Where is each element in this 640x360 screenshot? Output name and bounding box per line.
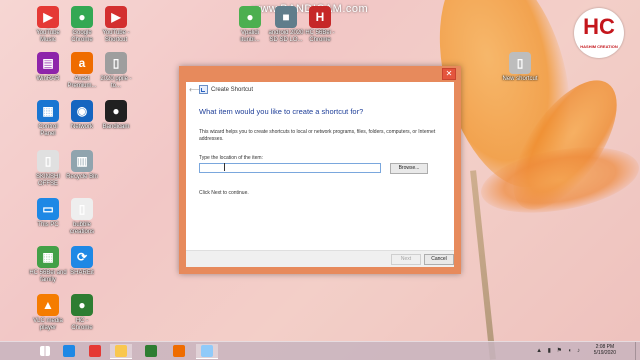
ie-icon-glyph — [63, 345, 75, 357]
dialog-body: ⟵ Create Shortcut What item would you li… — [186, 82, 454, 267]
start-glyph — [40, 346, 50, 356]
desktop-icon[interactable]: ▯ bubble creations — [62, 198, 102, 236]
text-cursor-icon — [224, 163, 225, 171]
file-explorer-icon-glyph — [115, 345, 127, 357]
desktop-icon[interactable]: ▯ New shortcut — [500, 52, 540, 83]
desktop-icon-label: YouTube - Shortcut — [102, 30, 130, 43]
desktop-icon[interactable]: ● Bandicam — [96, 100, 136, 131]
desktop-icon-label: HC 56Bei - Chrome — [305, 30, 335, 43]
desktop-icon-label: Vpalidi itunbi... — [240, 30, 260, 43]
excel-icon-glyph — [145, 345, 157, 357]
taskbar: ▲ ▮ ⚑ ◖ ♪ 2:08 PM 5/19/2020 — [0, 341, 640, 360]
desktop-icon[interactable]: ▥ Recycle Bin — [62, 150, 102, 181]
clock-date: 5/19/2020 — [593, 350, 616, 356]
desktop-icon-glyph: ■ — [275, 6, 297, 28]
location-input[interactable] — [199, 163, 381, 173]
shortcut-icon — [199, 85, 208, 94]
excel-icon[interactable] — [140, 344, 162, 358]
desktop-icon-glyph: ▦ — [37, 246, 59, 268]
system-tray[interactable]: ▲ ▮ ⚑ ◖ ♪ — [536, 347, 582, 354]
desktop-icon-glyph: H — [309, 6, 331, 28]
close-button[interactable]: ✕ — [442, 68, 456, 80]
ie-icon[interactable] — [58, 344, 80, 358]
desktop-icon-glyph: ▶ — [105, 6, 127, 28]
shortcut-window-icon[interactable] — [196, 344, 218, 359]
dialog-heading: What item would you like to create a sho… — [199, 107, 364, 116]
desktop-icon-label: New shortcut — [502, 76, 538, 82]
desktop-icon-label: Recycle Bin — [66, 174, 98, 180]
chrome-icon-glyph — [89, 345, 101, 357]
desktop-icon-glyph: ▥ — [71, 150, 93, 172]
show-desktop-button[interactable] — [635, 342, 640, 360]
desktop-icon-glyph: ● — [71, 294, 93, 316]
desktop-icon[interactable]: ▶ YouTube - Shortcut — [96, 6, 136, 44]
desktop-icon-label: bubble creations — [69, 222, 95, 235]
desktop-icon-label: HC - Chrome — [71, 318, 93, 331]
desktop-icon-glyph: ▦ — [37, 100, 59, 122]
desktop-icon-glyph: ▯ — [37, 150, 59, 172]
media-player-icon[interactable] — [168, 344, 190, 358]
shortcut-window-icon-glyph — [201, 345, 213, 357]
media-player-icon-glyph — [173, 345, 185, 357]
desktop-icon-glyph: ◉ — [71, 100, 93, 122]
desktop-icon-label: 2020 ppile - to... — [100, 76, 132, 89]
desktop-icon-glyph: ▯ — [105, 52, 127, 74]
desktop-icon-glyph: ▤ — [37, 52, 59, 74]
desktop-icon-glyph: ▭ — [37, 198, 59, 220]
desktop-icon-label: SHAREit — [70, 270, 94, 276]
dialog-footer: Next Cancel — [186, 250, 454, 267]
desktop-icon-glyph: ▯ — [71, 198, 93, 220]
cancel-button[interactable]: Cancel — [424, 254, 454, 265]
desktop-icon[interactable]: H HC 56Bei - Chrome — [300, 6, 340, 44]
clock[interactable]: 2:08 PM 5/19/2020 — [594, 344, 616, 356]
desktop-icon[interactable]: ▯ 2020 ppile - to... — [96, 52, 136, 90]
desktop-icon-glyph: ▲ — [37, 294, 59, 316]
desktop-icon[interactable]: ● Vpalidi itunbi... — [230, 6, 270, 44]
create-shortcut-dialog: ✕ ⟵ Create Shortcut What item would you … — [179, 66, 461, 274]
browse-button[interactable]: Browse... — [390, 163, 428, 174]
chrome-icon[interactable] — [84, 344, 106, 358]
desktop-icon-label: Bandicam — [102, 124, 130, 130]
desktop-icon-glyph: ● — [239, 6, 261, 28]
next-button[interactable]: Next — [391, 254, 421, 265]
logo-text: HC — [583, 14, 615, 39]
desktop-icon-glyph: a — [71, 52, 93, 74]
desktop-icon[interactable]: ⟳ SHAREit — [62, 246, 102, 277]
dialog-description: This wizard helps you to create shortcut… — [199, 129, 436, 142]
desktop-icon-glyph: ▶ — [37, 6, 59, 28]
dialog-titlebar[interactable]: ✕ — [179, 66, 461, 82]
start-button[interactable] — [34, 344, 56, 358]
desktop-icon[interactable]: ● HC - Chrome — [62, 294, 102, 332]
file-explorer-icon[interactable] — [110, 344, 132, 359]
location-label: Type the location of the item: — [199, 155, 263, 161]
dialog-title-text: Create Shortcut — [211, 86, 254, 93]
desktop-icon-glyph: ⟳ — [71, 246, 93, 268]
desktop-icon-glyph: ● — [105, 100, 127, 122]
logo-subtext: HASHIM CREATION — [580, 44, 618, 49]
hc-channel-logo: HC HASHIM CREATION — [574, 8, 624, 58]
dialog-title: Create Shortcut — [199, 85, 253, 94]
click-next-hint: Click Next to continue. — [199, 190, 249, 196]
desktop-icon-glyph: ▯ — [509, 52, 531, 74]
desktop-icon-glyph: ● — [71, 6, 93, 28]
